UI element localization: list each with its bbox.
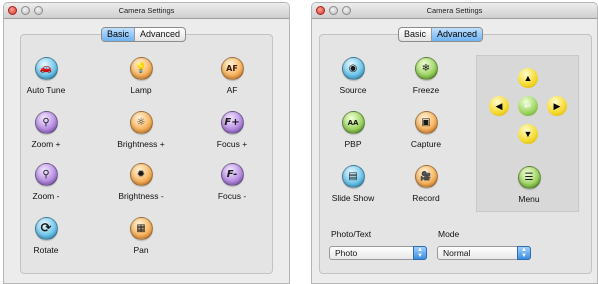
tab-switcher: Basic Advanced (398, 27, 484, 42)
title-bar: Camera Settings (4, 3, 289, 19)
menu-icon: ☰ (517, 166, 541, 189)
record-icon: 🎥 (414, 165, 438, 188)
basic-panel: 🚗 Auto Tune 💡 Lamp AF AF ⚲ Zoom + ☼ Brig… (20, 34, 273, 274)
freeze-button[interactable]: ❄ Freeze (391, 57, 461, 95)
photo-text-label: Photo/Text (331, 229, 372, 239)
af-button[interactable]: AF AF (197, 57, 267, 95)
tab-switcher: Basic Advanced (101, 27, 187, 42)
mode-value: Normal (443, 248, 471, 258)
photo-text-value: Photo (335, 248, 358, 258)
lamp-button[interactable]: 💡 Lamp (106, 57, 176, 95)
select-stepper-icon: ▲ ▼ (517, 246, 531, 260)
tool-label: Freeze (412, 85, 440, 95)
zoom-button[interactable] (34, 6, 43, 15)
advanced-panel: ◉ Source ❄ Freeze AA PBP ▣ Capture ▤ Sli… (319, 34, 592, 274)
photo-text-select[interactable]: Photo ▲ ▼ (329, 246, 427, 260)
tool-label: Brightness - (118, 191, 164, 201)
focus-minus-icon: F- (220, 163, 244, 186)
zoom-out-icon: ⚲ (34, 163, 58, 186)
rotate-button[interactable]: ⟳ Rotate (11, 217, 81, 255)
source-icon: ◉ (341, 57, 365, 80)
tool-label: Focus + (216, 139, 248, 149)
tool-label: Auto Tune (26, 85, 66, 95)
bulb-icon: 💡 (129, 57, 153, 80)
tool-label: Zoom - (32, 191, 60, 201)
camera-settings-window-basic: Camera Settings Basic Advanced 🚗 Auto Tu… (3, 2, 290, 284)
close-button[interactable] (316, 6, 325, 15)
minimize-button[interactable] (21, 6, 30, 15)
up-arrow-icon[interactable]: ▲ (518, 68, 538, 88)
mode-label: Mode (438, 229, 460, 239)
tool-label: Focus - (217, 191, 247, 201)
mode-select[interactable]: Normal ▲ ▼ (437, 246, 531, 260)
slideshow-icon: ▤ (341, 165, 365, 188)
pbp-icon: AA (341, 111, 365, 134)
tool-label: PBP (344, 139, 362, 149)
brightness-down-icon: ✹ (129, 163, 153, 186)
window-title: Camera Settings (118, 6, 175, 15)
tool-label: AF (226, 85, 238, 95)
focus-minus-button[interactable]: F- Focus - (197, 163, 267, 201)
record-button[interactable]: 🎥 Record (391, 165, 461, 203)
tool-label: Lamp (130, 85, 152, 95)
title-bar: Camera Settings (312, 3, 597, 19)
pan-button[interactable]: ▦ Pan (106, 217, 176, 255)
capture-icon: ▣ (414, 111, 438, 134)
right-arrow-icon[interactable]: ▶ (547, 96, 567, 116)
tool-label: Slide Show (331, 193, 375, 203)
select-stepper-icon: ▲ ▼ (413, 246, 427, 260)
brightness-down-button[interactable]: ✹ Brightness - (106, 163, 176, 201)
slide-show-button[interactable]: ▤ Slide Show (318, 165, 388, 203)
down-arrow-icon[interactable]: ▼ (518, 124, 538, 144)
tool-label: Record (412, 193, 440, 203)
car-icon: 🚗 (34, 57, 58, 80)
af-icon: AF (220, 57, 244, 80)
freeze-icon: ❄ (414, 57, 438, 80)
tool-label: Source (339, 85, 367, 95)
tool-label: Brightness + (117, 139, 165, 149)
tool-label: Zoom + (31, 139, 61, 149)
zoom-in-button[interactable]: ⚲ Zoom + (11, 111, 81, 149)
source-button[interactable]: ◉ Source (318, 57, 388, 95)
tab-basic[interactable]: Basic (102, 28, 135, 41)
window-title: Camera Settings (426, 6, 483, 15)
zoom-button[interactable] (342, 6, 351, 15)
tool-label: Capture (410, 139, 442, 149)
auto-tune-button[interactable]: 🚗 Auto Tune (11, 57, 81, 95)
pan-icon: ▦ (129, 217, 153, 240)
tab-basic[interactable]: Basic (399, 28, 431, 41)
zoom-in-icon: ⚲ (34, 111, 58, 134)
tab-advanced[interactable]: Advanced (134, 28, 185, 41)
minimize-button[interactable] (329, 6, 338, 15)
camera-settings-window-advanced: Camera Settings Basic Advanced ◉ Source … (311, 2, 598, 284)
brightness-up-icon: ☼ (129, 111, 153, 134)
window-controls (8, 6, 43, 15)
tool-label: Rotate (33, 245, 59, 255)
zoom-out-button[interactable]: ⚲ Zoom - (11, 163, 81, 201)
enter-icon[interactable]: ↵ (518, 96, 538, 116)
left-arrow-icon[interactable]: ◀ (489, 96, 509, 116)
brightness-up-button[interactable]: ☼ Brightness + (106, 111, 176, 149)
tab-advanced[interactable]: Advanced (431, 28, 483, 41)
focus-plus-icon: F+ (220, 111, 244, 134)
window-controls (316, 6, 351, 15)
close-button[interactable] (8, 6, 17, 15)
pbp-button[interactable]: AA PBP (318, 111, 388, 149)
tool-label: Menu (518, 194, 540, 204)
tool-label: Pan (133, 245, 149, 255)
focus-plus-button[interactable]: F+ Focus + (197, 111, 267, 149)
rotate-icon: ⟳ (34, 217, 58, 240)
capture-button[interactable]: ▣ Capture (391, 111, 461, 149)
menu-button[interactable]: ☰ Menu (494, 166, 564, 204)
navigation-pad: ▲ ◀ ↵ ▶ ▼ ☰ Menu (476, 55, 579, 212)
